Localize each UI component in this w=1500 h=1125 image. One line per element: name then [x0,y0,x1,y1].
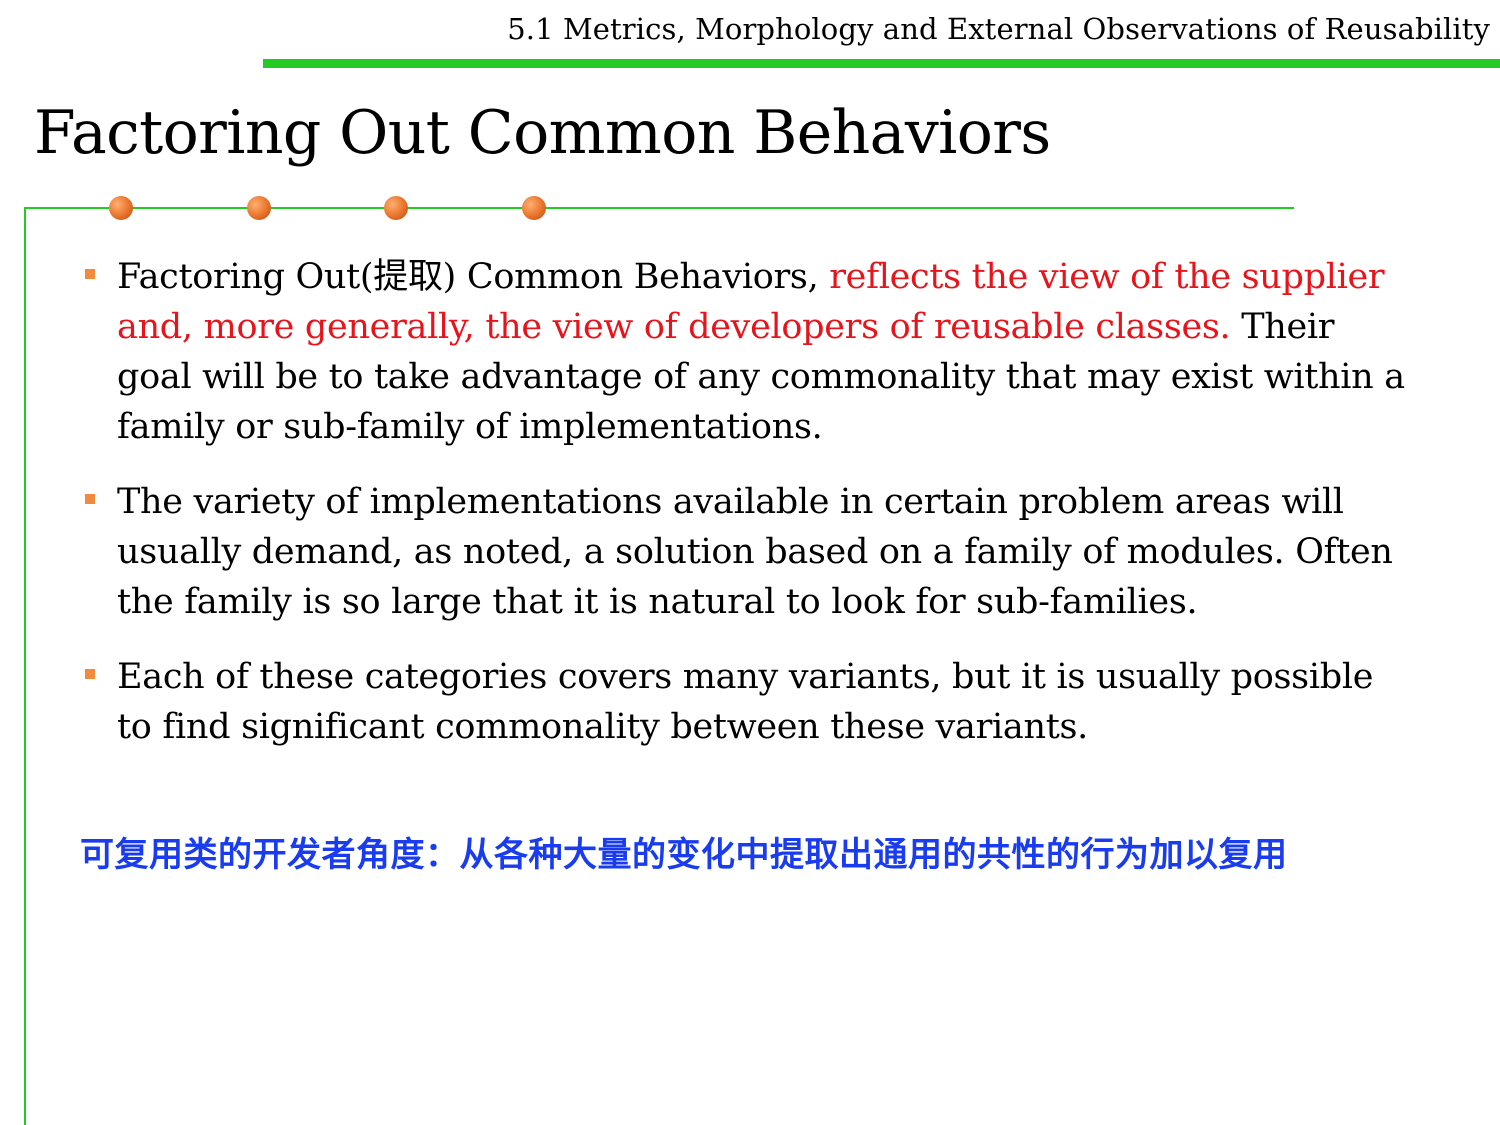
header-accent-bar [263,59,1500,68]
frame-left-line [24,207,26,1125]
bullet-text: Factoring Out(提取) Common Behaviors, [117,257,830,297]
square-bullet-icon [85,269,95,279]
square-bullet-icon [85,669,95,679]
orange-dot-icon [384,196,408,220]
section-header: 5.1 Metrics, Morphology and External Obs… [507,12,1490,46]
bullet-text: Each of these categories covers many var… [117,657,1374,747]
orange-dot-icon [247,196,271,220]
summary-note: 可复用类的开发者角度：从各种大量的变化中提取出通用的共性的行为加以复用 [80,835,1288,875]
frame-top-line [24,207,1294,209]
bullet-list: Factoring Out(提取) Common Behaviors, refl… [80,252,1410,777]
orange-dot-icon [109,196,133,220]
bullet-item: Each of these categories covers many var… [80,652,1410,752]
orange-dot-icon [522,196,546,220]
bullet-text: The variety of implementations available… [117,482,1393,622]
bullet-item: The variety of implementations available… [80,477,1410,627]
square-bullet-icon [85,494,95,504]
page-title: Factoring Out Common Behaviors [34,98,1051,168]
bullet-item: Factoring Out(提取) Common Behaviors, refl… [80,252,1410,452]
